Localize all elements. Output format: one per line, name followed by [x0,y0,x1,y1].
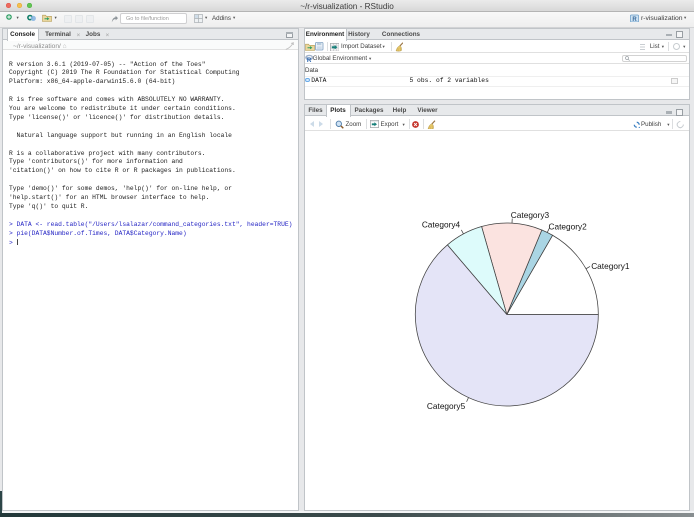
svg-text:Category1: Category1 [591,261,630,271]
svg-text:Category5: Category5 [426,401,465,411]
svg-text:Category3: Category3 [510,210,549,220]
svg-text:Category2: Category2 [548,221,587,231]
svg-text:Category4: Category4 [421,220,460,230]
svg-text:R: R [306,56,311,62]
svg-text:R: R [632,17,637,23]
